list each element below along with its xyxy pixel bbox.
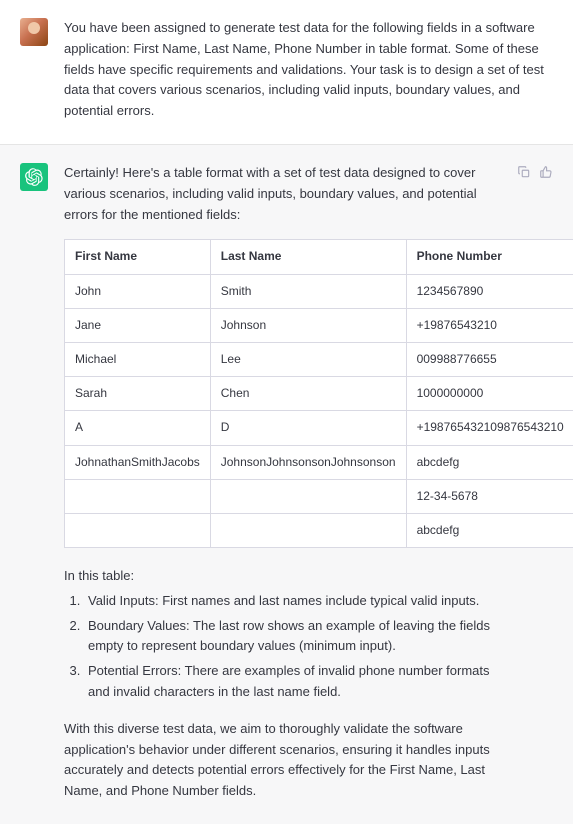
copy-icon[interactable]	[517, 165, 531, 179]
assistant-message: Certainly! Here's a table format with a …	[0, 145, 573, 824]
col-header-firstname: First Name	[65, 240, 211, 274]
table-cell: Jane	[65, 308, 211, 342]
table-cell: Chen	[210, 377, 406, 411]
user-avatar	[20, 18, 48, 46]
closing-text: With this diverse test data, we aim to t…	[64, 719, 501, 802]
list-item: Boundary Values: The last row shows an e…	[84, 616, 501, 658]
table-cell: JohnsonJohnsonsonJohnsonson	[210, 445, 406, 479]
table-row: AD+198765432109876543210	[65, 411, 573, 445]
list-intro: In this table:	[64, 566, 501, 587]
list-item: Valid Inputs: First names and last names…	[84, 591, 501, 612]
table-cell	[65, 513, 211, 547]
assistant-message-content: Certainly! Here's a table format with a …	[64, 163, 501, 806]
list-item: Potential Errors: There are examples of …	[84, 661, 501, 703]
table-row: MichaelLee009988776655	[65, 342, 573, 376]
assistant-intro: Certainly! Here's a table format with a …	[64, 163, 501, 225]
table-row: 12-34-5678	[65, 479, 573, 513]
assistant-avatar	[20, 163, 48, 191]
explanation-list: Valid Inputs: First names and last names…	[64, 591, 501, 703]
table-row: JohnathanSmithJacobsJohnsonJohnsonsonJoh…	[65, 445, 573, 479]
table-header-row: First Name Last Name Phone Number	[65, 240, 573, 274]
user-message: You have been assigned to generate test …	[0, 0, 573, 145]
table-cell: Smith	[210, 274, 406, 308]
table-cell	[210, 479, 406, 513]
table-cell	[210, 513, 406, 547]
table-row: abcdefg	[65, 513, 573, 547]
col-header-lastname: Last Name	[210, 240, 406, 274]
table-cell: D	[210, 411, 406, 445]
user-text: You have been assigned to generate test …	[64, 18, 553, 122]
table-cell: JohnathanSmithJacobs	[65, 445, 211, 479]
table-row: SarahChen1000000000	[65, 377, 573, 411]
table-cell: Johnson	[210, 308, 406, 342]
message-actions	[517, 163, 553, 806]
table-row: JaneJohnson+19876543210	[65, 308, 573, 342]
table-cell: Sarah	[65, 377, 211, 411]
test-data-table: First Name Last Name Phone Number JohnSm…	[64, 239, 573, 548]
table-cell: A	[65, 411, 211, 445]
table-cell: Michael	[65, 342, 211, 376]
table-row: JohnSmith1234567890	[65, 274, 573, 308]
openai-icon	[25, 168, 43, 186]
user-message-content: You have been assigned to generate test …	[64, 18, 553, 126]
table-cell: Lee	[210, 342, 406, 376]
table-cell	[65, 479, 211, 513]
thumbs-up-icon[interactable]	[539, 165, 553, 179]
table-cell: John	[65, 274, 211, 308]
